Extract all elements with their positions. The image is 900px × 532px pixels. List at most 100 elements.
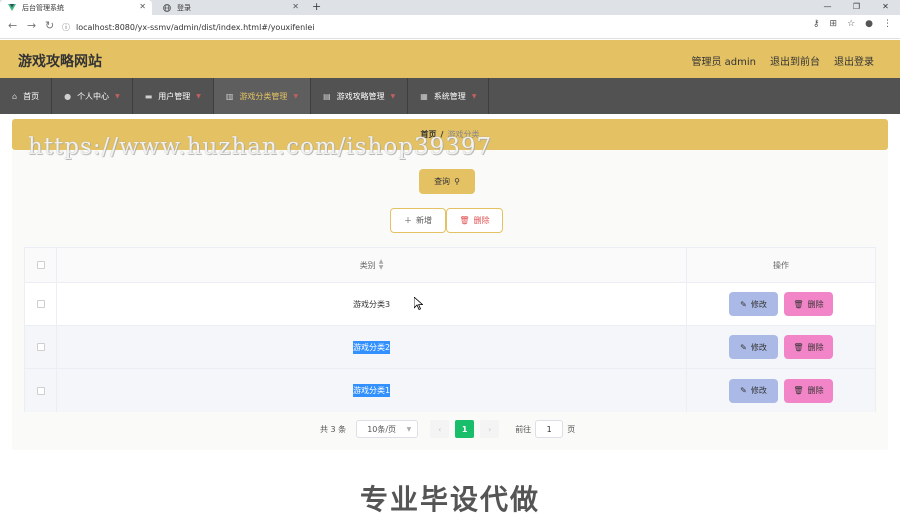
search-icon: ⚲ bbox=[454, 177, 460, 186]
nav-item-label: 用户管理 bbox=[158, 91, 191, 101]
edit-button[interactable]: ✎ 修改 bbox=[729, 378, 778, 403]
table-row: 游戏分类1 ✎ 修改 🗑︎ 删除 bbox=[25, 369, 875, 412]
add-button[interactable]: ＋ 新增 bbox=[390, 208, 446, 233]
row-check-cell bbox=[25, 369, 57, 412]
query-button[interactable]: 查询 ⚲ bbox=[419, 169, 475, 194]
trash-icon: 🗑︎ bbox=[793, 299, 804, 309]
forward-icon[interactable]: → bbox=[27, 19, 36, 32]
nav-item-game-category[interactable]: ▥ 游戏分类管理 ▼ bbox=[213, 78, 312, 114]
browser-tab-title: 后台管理系统 bbox=[22, 3, 64, 12]
browser-tab-login[interactable]: 登录 ✕ bbox=[155, 0, 305, 15]
column-header-label: 操作 bbox=[773, 260, 789, 270]
table-header-row: 类别 ▲ ▼ 操作 bbox=[25, 248, 875, 283]
actions-cell: ✎ 修改 🗑︎ 删除 bbox=[687, 283, 875, 325]
edit-label: 修改 bbox=[750, 386, 767, 395]
column-header-label: 类别 bbox=[359, 260, 376, 270]
next-page-button[interactable]: › bbox=[480, 420, 500, 438]
actions-cell: ✎ 修改 🗑︎ 删除 bbox=[687, 369, 875, 412]
chevron-down-icon: ▼ bbox=[471, 92, 477, 100]
nav-item-game-guide[interactable]: ▤ 游戏攻略管理 ▼ bbox=[311, 78, 409, 114]
nav-item-system[interactable]: ▦ 系统管理 ▼ bbox=[408, 78, 490, 114]
page-size-select[interactable]: 10条/页 ▼ bbox=[356, 420, 419, 438]
delete-label: 删除 bbox=[807, 299, 824, 309]
row-check-cell bbox=[25, 326, 57, 368]
minimize-icon[interactable]: — bbox=[813, 0, 842, 15]
nav-menu: ⌂ 首页 ● 个人中心 ▼ ▬ 用户管理 ▼ ▥ 游戏分类管理 ▼ ▤ 游戏攻略… bbox=[0, 78, 900, 114]
site-title: 游戏攻略网站 bbox=[18, 54, 102, 70]
url-field[interactable]: ⓘ localhost:8080/yx-ssmv/admin/dist/inde… bbox=[62, 19, 900, 35]
table-row: 游戏分类3 ✎ 修改 🗑︎ 删除 bbox=[25, 283, 875, 326]
select-all-checkbox[interactable] bbox=[36, 261, 45, 269]
chevron-down-icon: ▼ bbox=[196, 92, 201, 100]
trash-icon: 🗑︎ bbox=[793, 342, 804, 352]
pagination-total: 共 3 条 bbox=[320, 424, 347, 434]
home-icon: ⌂ bbox=[12, 91, 18, 101]
column-header-category[interactable]: 类别 ▲ ▼ bbox=[57, 248, 687, 282]
row-checkbox[interactable] bbox=[36, 300, 45, 308]
star-icon[interactable]: ☆ bbox=[847, 19, 855, 29]
address-bar: ← → ↻ ⓘ localhost:8080/yx-ssmv/admin/dis… bbox=[0, 15, 900, 39]
edit-button[interactable]: ✎ 修改 bbox=[729, 335, 778, 359]
close-window-icon[interactable]: ✕ bbox=[871, 0, 900, 15]
restore-icon[interactable]: ❐ bbox=[842, 0, 871, 15]
page-number-active[interactable]: 1 bbox=[455, 420, 475, 438]
profile-icon[interactable]: ● bbox=[865, 19, 873, 29]
delete-button[interactable]: 🗑︎ 删除 bbox=[784, 335, 833, 359]
browser-tab-admin[interactable]: 后台管理系统 ✕ bbox=[0, 0, 152, 15]
edit-icon: ✎ bbox=[740, 386, 747, 395]
batch-delete-button[interactable]: 🗑︎ 删除 bbox=[446, 208, 503, 233]
column-header-actions: 操作 bbox=[687, 248, 875, 282]
nav-item-home[interactable]: ⌂ 首页 bbox=[0, 78, 53, 114]
select-all-cell bbox=[25, 248, 57, 282]
goto-page-input[interactable]: 1 bbox=[535, 420, 564, 438]
back-icon[interactable]: ← bbox=[8, 19, 17, 32]
edit-label: 修改 bbox=[750, 342, 767, 352]
chevron-left-icon: ‹ bbox=[438, 424, 442, 434]
edit-button[interactable]: ✎ 修改 bbox=[729, 292, 778, 316]
translate-icon[interactable]: ⊞ bbox=[830, 19, 838, 29]
key-icon[interactable]: ⚷ bbox=[813, 19, 820, 29]
vue-logo-icon bbox=[8, 3, 16, 12]
category-cell: 游戏分类3 bbox=[57, 283, 687, 325]
calendar-icon: ▤ bbox=[323, 91, 331, 101]
row-check-cell bbox=[25, 283, 57, 325]
page-size-value: 10条/页 bbox=[367, 424, 397, 434]
nav-item-label: 首页 bbox=[23, 91, 40, 101]
delete-button[interactable]: 🗑︎ 删除 bbox=[784, 292, 833, 316]
browser-actions: ⚷ ⊞ ☆ ● ⋮ bbox=[813, 19, 892, 29]
window-controls: — ❐ ✕ bbox=[813, 0, 900, 15]
prev-page-button[interactable]: ‹ bbox=[430, 420, 450, 438]
edit-label: 修改 bbox=[750, 299, 767, 309]
chevron-down-icon: ▼ bbox=[406, 425, 412, 433]
browser-tab-title: 登录 bbox=[177, 3, 191, 12]
logout-link[interactable]: 退出登录 bbox=[834, 53, 874, 68]
menu-icon[interactable]: ⋮ bbox=[883, 19, 892, 29]
current-user: 管理员 admin bbox=[691, 57, 756, 68]
reload-icon[interactable]: ↻ bbox=[45, 19, 54, 32]
close-icon[interactable]: ✕ bbox=[292, 2, 299, 11]
row-checkbox[interactable] bbox=[36, 343, 45, 351]
close-icon[interactable]: ✕ bbox=[139, 2, 146, 11]
actions-cell: ✎ 修改 🗑︎ 删除 bbox=[687, 326, 875, 368]
query-label: 查询 bbox=[434, 177, 451, 186]
category-table: 类别 ▲ ▼ 操作 游戏分类3 ✎ 修改 🗑︎ 删除 游戏分类2 ✎ 修改 🗑︎ 删除 游… bbox=[24, 247, 876, 412]
category-cell: 游戏分类2 bbox=[57, 326, 687, 368]
delete-button[interactable]: 🗑︎ 删除 bbox=[784, 378, 833, 403]
nav-item-profile[interactable]: ● 个人中心 ▼ bbox=[52, 78, 133, 114]
sort-icon[interactable]: ▲ ▼ bbox=[379, 259, 384, 271]
table-row: 游戏分类2 ✎ 修改 🗑︎ 删除 bbox=[25, 326, 875, 369]
goto-prefix: 前往 bbox=[515, 424, 532, 434]
chevron-right-icon: › bbox=[488, 424, 492, 434]
goto-suffix: 页 bbox=[567, 424, 576, 434]
delete-label: 删除 bbox=[473, 216, 490, 225]
delete-label: 删除 bbox=[807, 342, 824, 352]
nav-item-users[interactable]: ▬ 用户管理 ▼ bbox=[133, 78, 214, 114]
new-tab-button[interactable]: + bbox=[312, 0, 321, 13]
app-header: 游戏攻略网站 管理员 admin 退出到前台 退出登录 bbox=[0, 40, 900, 78]
url-watermark: https://www.huzhan.com/ishop39397 bbox=[28, 134, 493, 160]
row-checkbox[interactable] bbox=[36, 386, 45, 395]
url-text: localhost:8080/yx-ssmv/admin/dist/index.… bbox=[76, 22, 315, 32]
category-cell: 游戏分类1 bbox=[57, 369, 687, 412]
browser-tabbar: 后台管理系统 ✕ 登录 ✕ + — ❐ ✕ bbox=[0, 0, 900, 15]
exit-to-front-link[interactable]: 退出到前台 bbox=[770, 53, 820, 68]
